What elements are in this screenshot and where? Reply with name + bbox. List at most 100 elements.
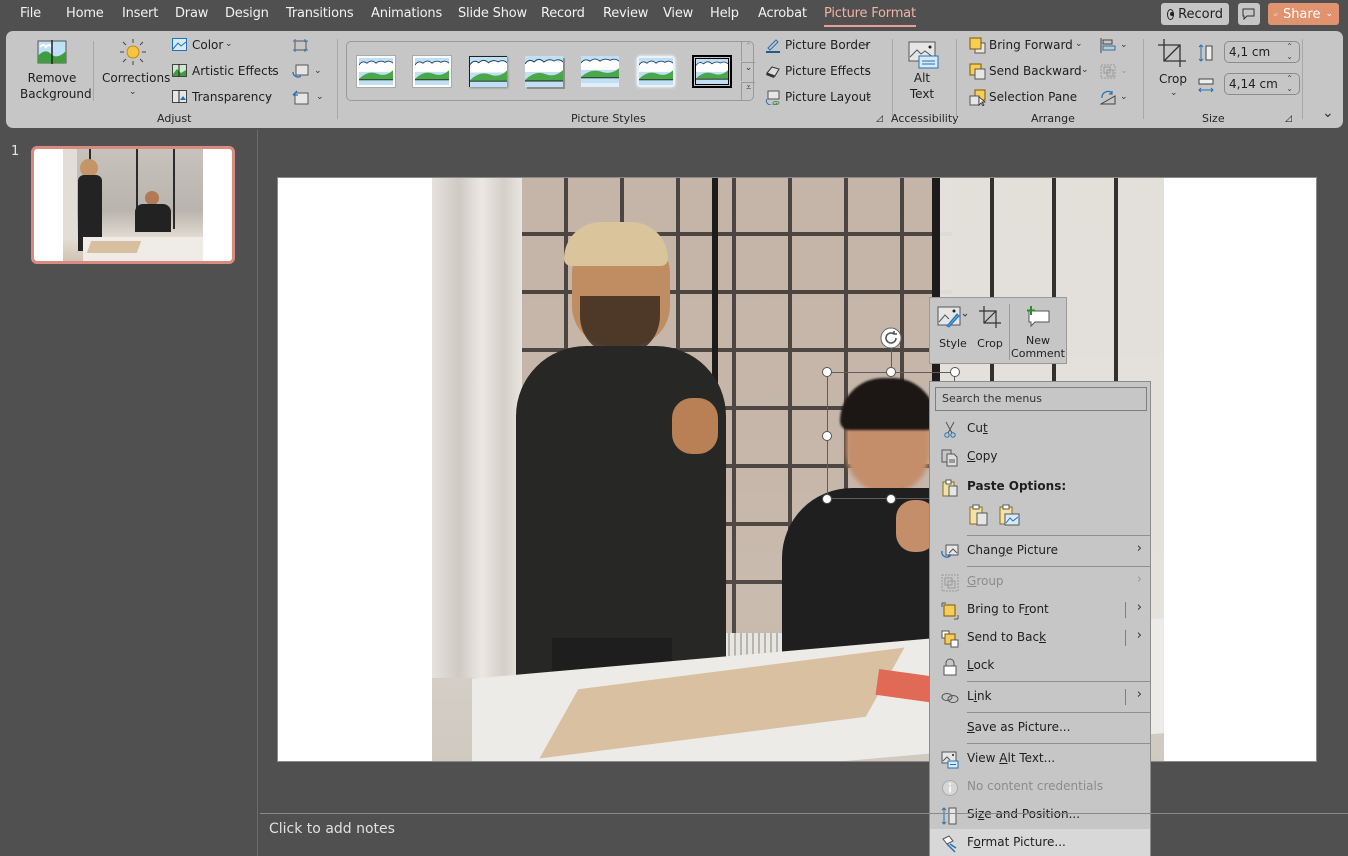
picture-border-label[interactable]: Picture Border [785, 38, 870, 52]
mini-style-button[interactable]: Style [936, 306, 970, 350]
picture-styles-dialog-launcher[interactable]: ◿ [876, 114, 883, 124]
bring-forward-label[interactable]: Bring Forward [989, 38, 1073, 52]
record-button[interactable]: Record [1161, 3, 1229, 25]
link-icon [941, 693, 959, 703]
submenu-arrow-icon[interactable]: › [1137, 628, 1142, 643]
corrections-button[interactable] [119, 38, 147, 69]
resize-handle-top[interactable] [886, 367, 896, 377]
mini-new-comment-button[interactable]: New Comment [1010, 306, 1066, 360]
resize-handle-left[interactable] [822, 431, 832, 441]
picture-style-option[interactable] [469, 56, 508, 87]
paste-as-picture-button[interactable] [999, 504, 1021, 529]
change-picture-button[interactable] [292, 64, 309, 82]
tab-design[interactable]: Design [225, 6, 269, 21]
remove-background-button[interactable] [37, 40, 67, 67]
submenu-arrow-icon[interactable]: › [1137, 600, 1142, 615]
menu-item-copy[interactable]: Copy [930, 443, 1150, 471]
slide-canvas[interactable] [277, 177, 1317, 762]
tab-acrobat[interactable]: Acrobat [758, 6, 807, 21]
menu-item-size-and-position[interactable]: Size and Position... [930, 801, 1150, 829]
tab-view[interactable]: View [663, 6, 693, 21]
mini-crop-button[interactable]: Crop [975, 306, 1005, 350]
align-button[interactable] [1100, 38, 1116, 56]
send-backward-label[interactable]: Send Backward [989, 64, 1082, 78]
accessibility-group-label: Accessibility [891, 112, 959, 125]
transparency-button[interactable] [172, 90, 187, 106]
reset-picture-button[interactable] [292, 90, 309, 108]
menu-item-label: Group [967, 574, 1004, 588]
picture-style-option[interactable] [524, 56, 564, 87]
transparency-icon [172, 90, 187, 103]
menu-item-send-to-back[interactable]: Send to Back › [930, 624, 1150, 652]
submenu-arrow-icon: › [1136, 541, 1142, 556]
split-divider [1125, 689, 1126, 705]
submenu-arrow-icon[interactable]: › [1137, 687, 1142, 702]
picture-effects-button[interactable] [765, 64, 781, 82]
menu-item-cut[interactable]: Cut [930, 415, 1150, 443]
menu-item-lock[interactable]: Lock [930, 652, 1150, 680]
tab-home[interactable]: Home [66, 6, 104, 21]
tab-transitions[interactable]: Transitions [286, 6, 354, 21]
size-dialog-launcher[interactable]: ◿ [1285, 114, 1292, 124]
compress-pictures-button[interactable] [292, 38, 309, 56]
send-backward-button[interactable] [969, 63, 986, 83]
height-input[interactable]: 4,1 cm ⌃ ⌄ [1224, 41, 1300, 63]
picture-layout-label[interactable]: Picture Layout [785, 90, 871, 104]
share-button[interactable]: Share ⌄ [1268, 3, 1339, 25]
collapse-ribbon-icon[interactable]: ⌄ [1322, 105, 1334, 121]
picture-style-option[interactable] [692, 55, 732, 88]
artistic-effects-button[interactable] [172, 64, 187, 80]
menu-item-save-as-picture[interactable]: Save as Picture... [930, 714, 1150, 742]
menu-item-bring-to-front[interactable]: Bring to Front › [930, 596, 1150, 624]
gallery-scroll-down[interactable]: ⌄ [741, 62, 755, 81]
height-spinner[interactable]: ⌃ ⌄ [1286, 42, 1293, 62]
picture-style-option[interactable] [580, 56, 620, 87]
search-menus-input[interactable]: Search the menus [935, 387, 1147, 411]
menu-item-label: Link [967, 689, 992, 703]
picture-effects-label[interactable]: Picture Effects [785, 64, 871, 78]
color-button[interactable] [172, 38, 187, 54]
rotate-handle[interactable] [880, 327, 902, 349]
tab-review[interactable]: Review [603, 6, 648, 21]
picture-style-option[interactable] [413, 56, 451, 87]
selection-pane-button[interactable] [969, 89, 987, 109]
tab-picture-format[interactable]: Picture Format [824, 6, 916, 27]
resize-handle-top-left[interactable] [822, 367, 832, 377]
alt-text-icon [908, 41, 939, 69]
resize-handle-bottom-left[interactable] [822, 494, 832, 504]
gallery-scroll-up[interactable]: ⌃ [741, 42, 755, 61]
menu-item-change-picture[interactable]: Change Picture › [930, 537, 1150, 565]
crop-button[interactable] [1158, 39, 1186, 70]
picture-style-option[interactable] [357, 56, 395, 87]
transparency-label[interactable]: Transparency [192, 90, 272, 104]
tab-insert[interactable]: Insert [122, 6, 158, 21]
width-spinner[interactable]: ⌃ ⌄ [1286, 74, 1293, 94]
tab-help[interactable]: Help [710, 6, 739, 21]
picture-border-button[interactable] [765, 38, 781, 56]
resize-handle-top-right[interactable] [950, 367, 960, 377]
artistic-effects-label[interactable]: Artistic Effects [192, 64, 279, 78]
tab-record[interactable]: Record [541, 6, 585, 21]
picture-style-option[interactable] [637, 56, 675, 87]
color-label[interactable]: Color [192, 38, 223, 52]
picture-layout-button[interactable] [765, 90, 781, 108]
menu-item-format-picture[interactable]: Format Picture... [930, 829, 1150, 856]
notes-placeholder[interactable]: Click to add notes [269, 821, 395, 837]
slide-thumbnail[interactable] [31, 146, 235, 264]
comments-button[interactable] [1238, 3, 1260, 25]
rotate-button[interactable] [1099, 90, 1116, 108]
menu-item-view-alt-text[interactable]: View Alt Text... [930, 745, 1150, 773]
alt-text-button[interactable] [908, 41, 940, 72]
selection-pane-label[interactable]: Selection Pane [989, 90, 1077, 104]
tab-draw[interactable]: Draw [175, 6, 208, 21]
resize-handle-bottom[interactable] [886, 494, 896, 504]
paste-keep-source-button[interactable] [969, 504, 989, 529]
tab-file[interactable]: File [20, 6, 41, 21]
menu-item-group: Group › [930, 568, 1150, 596]
menu-item-link[interactable]: Link › [930, 683, 1150, 711]
bring-forward-button[interactable] [969, 37, 986, 57]
width-input[interactable]: 4,14 cm ⌃ ⌄ [1224, 73, 1300, 95]
gallery-more-button[interactable]: ⩡ [741, 82, 755, 101]
tab-slide-show[interactable]: Slide Show [458, 6, 527, 21]
tab-animations[interactable]: Animations [371, 6, 442, 21]
